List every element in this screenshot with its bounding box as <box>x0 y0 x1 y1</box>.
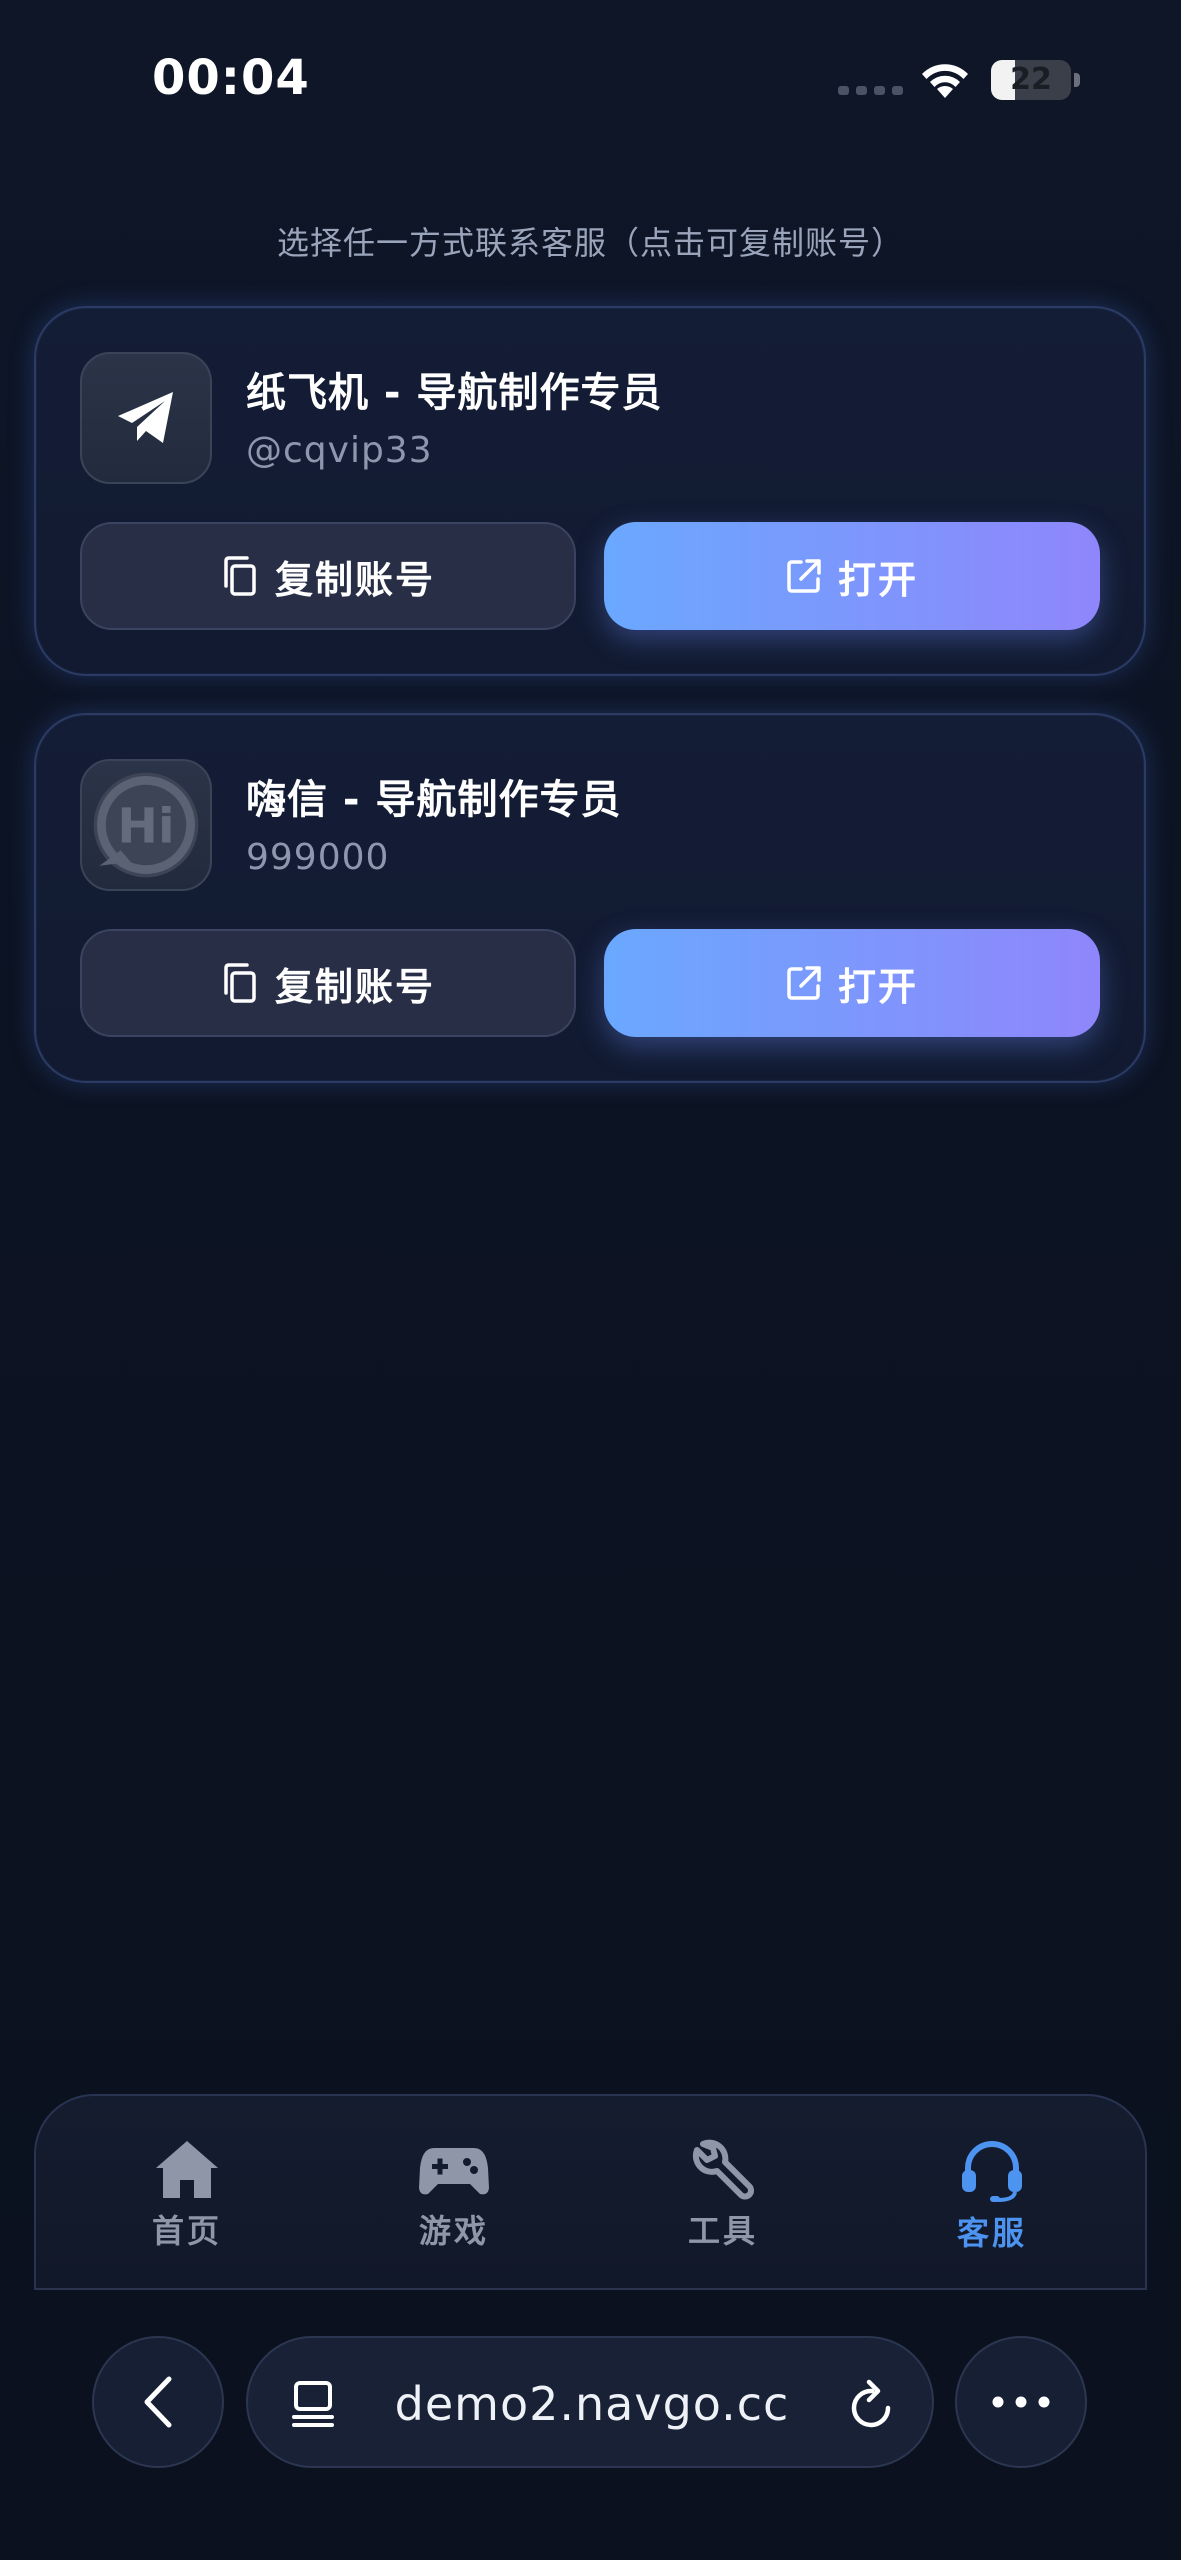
contact-name: 纸飞机 - 导航制作专员 <box>246 370 663 416</box>
wifi-icon <box>922 64 968 98</box>
copy-account-button[interactable]: 复制账号 <box>80 522 576 630</box>
battery-indicator: 22 <box>991 60 1071 100</box>
contact-name: 嗨信 - 导航制作专员 <box>246 777 622 823</box>
tab-label: 游戏 <box>418 2212 489 2250</box>
wrench-icon <box>692 2139 754 2200</box>
copy-account-label: 复制账号 <box>274 964 435 1009</box>
headset-icon <box>962 2141 1022 2202</box>
home-icon <box>156 2141 218 2198</box>
status-bar: 00:04 22 <box>0 0 1181 150</box>
tab-home[interactable]: 首页 <box>97 2138 277 2258</box>
battery-level: 22 <box>1010 62 1052 97</box>
tab-label: 客服 <box>956 2214 1027 2252</box>
gamepad-icon <box>419 2148 489 2195</box>
contact-card-hi: Hi 嗨信 - 导航制作专员 999000 复制账号 打开 <box>34 713 1146 1083</box>
bottom-tab-bar: 首页 游戏 工具 客服 <box>34 2094 1147 2290</box>
tab-label: 首页 <box>151 2212 222 2250</box>
contact-account[interactable]: 999000 <box>246 837 389 878</box>
tab-service[interactable]: 客服 <box>902 2138 1082 2258</box>
more-button[interactable] <box>955 2336 1087 2468</box>
tab-tools[interactable]: 工具 <box>633 2138 813 2258</box>
reload-icon[interactable] <box>848 2378 896 2430</box>
chevron-left-icon <box>144 2376 172 2428</box>
address-bar[interactable]: demo2.navgo.cc <box>246 2336 934 2468</box>
battery-cap <box>1074 73 1080 87</box>
cellular-signal-icon <box>838 86 903 95</box>
hi-logo-icon: Hi <box>80 759 212 891</box>
url-text: demo2.navgo.cc <box>394 2377 790 2431</box>
contact-account[interactable]: @cqvip33 <box>246 430 433 471</box>
status-time: 00:04 <box>152 50 310 106</box>
contact-hint: 选择任一方式联系客服（点击可复制账号） <box>276 224 904 262</box>
tab-games[interactable]: 游戏 <box>364 2138 544 2258</box>
open-button[interactable]: 打开 <box>604 929 1100 1037</box>
hi-logo-text: Hi <box>117 798 174 854</box>
external-link-icon <box>787 966 821 1000</box>
contact-card-telegram: 纸飞机 - 导航制作专员 @cqvip33 复制账号 打开 <box>34 306 1146 676</box>
open-label: 打开 <box>837 557 918 602</box>
open-button[interactable]: 打开 <box>604 522 1100 630</box>
copy-account-label: 复制账号 <box>274 557 435 602</box>
more-dots-icon <box>992 2396 1050 2408</box>
customer-service-page: 00:04 22 选择任一方式联系客服（点击可复制账号） 纸飞机 - 导航制作专… <box>0 0 1181 2560</box>
open-label: 打开 <box>837 964 918 1009</box>
external-link-icon <box>787 559 821 593</box>
back-button[interactable] <box>92 2336 224 2468</box>
copy-icon <box>224 963 256 1003</box>
tab-label: 工具 <box>687 2212 758 2250</box>
copy-account-button[interactable]: 复制账号 <box>80 929 576 1037</box>
copy-icon <box>224 556 256 596</box>
paper-plane-icon <box>80 352 212 484</box>
